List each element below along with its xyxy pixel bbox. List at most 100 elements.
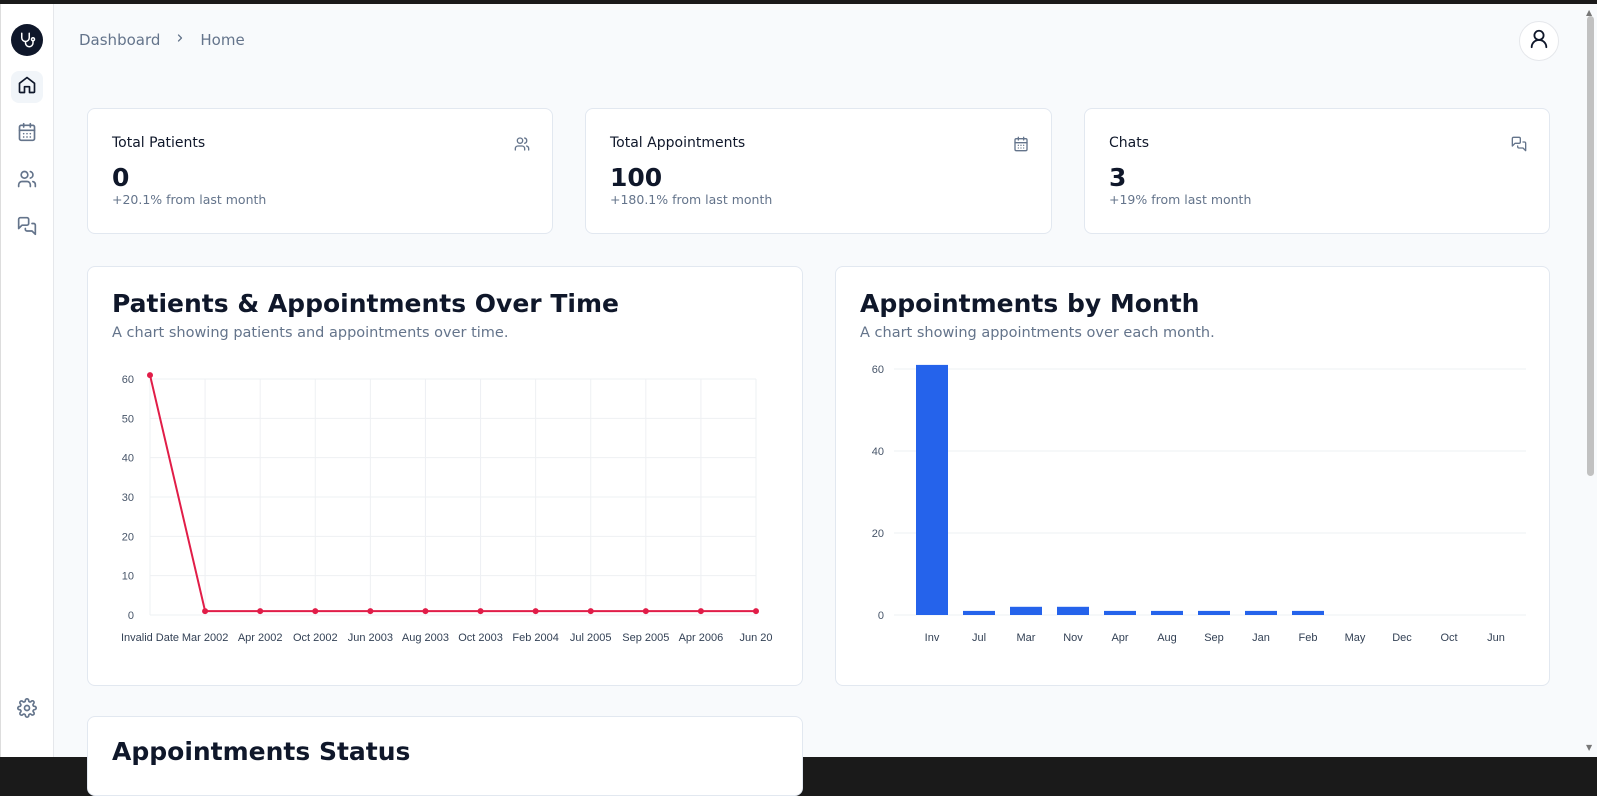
calendar-icon <box>17 122 37 146</box>
data-point <box>477 608 484 615</box>
scrollbar-thumb[interactable] <box>1587 16 1594 476</box>
x-tick-label: Aug <box>1157 632 1177 644</box>
data-point <box>753 608 759 615</box>
user-avatar-button[interactable] <box>1519 21 1559 61</box>
stat-card-chats: Chats 3 +19% from last month <box>1084 108 1550 234</box>
y-tick-label: 0 <box>878 610 884 622</box>
data-point <box>697 608 704 615</box>
stat-change: +180.1% from last month <box>610 192 773 207</box>
sidebar-item-chats[interactable] <box>11 212 43 244</box>
stat-value: 0 <box>112 163 130 192</box>
x-tick-label: Mar <box>1017 632 1036 644</box>
users-icon <box>17 169 37 193</box>
stat-card-appointments: Total Appointments 100 +180.1% from last… <box>585 108 1052 234</box>
x-tick-label: Dec <box>1392 632 1412 644</box>
data-point <box>257 608 264 615</box>
data-point <box>312 608 319 615</box>
bar-chart-card: Appointments by Month A chart showing ap… <box>835 266 1550 686</box>
y-tick-label: 20 <box>872 528 884 540</box>
stat-title: Chats <box>1109 135 1150 151</box>
home-icon <box>17 75 37 99</box>
x-tick-label: Jan <box>1252 632 1270 644</box>
bar <box>1198 610 1230 615</box>
stat-value: 3 <box>1109 163 1127 192</box>
x-tick-label: Apr <box>1111 632 1128 644</box>
bar <box>916 364 948 615</box>
y-tick-label: 0 <box>128 610 134 622</box>
x-tick-label: Apr 2006 <box>679 632 724 644</box>
stat-change: +20.1% from last month <box>112 192 267 207</box>
bar <box>1292 610 1324 615</box>
bar <box>1057 606 1089 615</box>
sidebar-item-home[interactable] <box>11 71 43 103</box>
bar-chart: 0 20 40 60 Inv Jul Mar Nov Apr Aug Sep Jan Feb May Dec… <box>872 364 1526 644</box>
breadcrumb-current: Home <box>200 31 245 49</box>
data-point <box>147 372 153 379</box>
x-tick-label: Oct 2003 <box>458 632 503 644</box>
sidebar-item-settings[interactable] <box>11 694 43 726</box>
x-tick-label: Sep 2005 <box>622 632 669 644</box>
y-tick-label: 30 <box>122 492 134 504</box>
x-tick-label: Oct 2002 <box>293 632 338 644</box>
line-chart-card: Patients & Appointments Over Time A char… <box>87 266 803 686</box>
app-window: Dashboard Home Total Patients 0 +20.1% f… <box>0 4 1597 796</box>
x-tick-label: Invalid Date <box>121 632 179 644</box>
chevron-right-icon <box>170 32 190 48</box>
stat-card-patients: Total Patients 0 +20.1% from last month <box>87 108 553 234</box>
bar <box>1245 610 1277 615</box>
x-tick-label: May <box>1345 632 1366 644</box>
bar <box>1010 606 1042 615</box>
user-icon <box>1528 28 1550 54</box>
x-tick-label: Apr 2002 <box>238 632 283 644</box>
x-tick-label: Feb <box>1299 632 1318 644</box>
data-point <box>642 608 649 615</box>
line-chart: 0 10 20 30 40 50 60 Invalid Date Mar 2002 Apr 200… <box>121 372 773 644</box>
chat-icon <box>17 216 37 240</box>
x-tick-label: Jun 2003 <box>348 632 393 644</box>
x-tick-label: Jun <box>1487 632 1505 644</box>
stat-change: +19% from last month <box>1109 192 1252 207</box>
y-tick-label: 50 <box>122 413 134 425</box>
bar <box>963 610 995 615</box>
x-tick-label: Sep <box>1204 632 1224 644</box>
chart-subtitle: A chart showing patients and appointment… <box>112 325 509 341</box>
y-tick-label: 40 <box>872 446 884 458</box>
x-tick-label: Feb 2004 <box>512 632 558 644</box>
chat-icon <box>1511 136 1527 156</box>
y-tick-label: 60 <box>122 374 134 386</box>
scroll-down-arrow[interactable]: ▼ <box>1586 743 1592 752</box>
x-tick-label: Inv <box>925 632 940 644</box>
x-tick-label: Mar 2002 <box>182 632 228 644</box>
status-chart-card: Appointments Status <box>87 716 803 796</box>
logo-stethoscope-icon[interactable] <box>11 24 43 56</box>
users-icon <box>514 136 530 156</box>
data-point <box>202 608 209 615</box>
breadcrumb: Dashboard Home <box>79 31 245 49</box>
stat-title: Total Appointments <box>610 135 746 151</box>
bar <box>1104 610 1136 615</box>
calendar-icon <box>1013 136 1029 156</box>
data-point <box>587 608 594 615</box>
y-tick-label: 20 <box>122 531 134 543</box>
x-tick-label: Nov <box>1063 632 1083 644</box>
y-tick-label: 10 <box>122 571 134 583</box>
sidebar-item-patients[interactable] <box>11 165 43 197</box>
data-point <box>367 608 374 615</box>
chart-title: Patients & Appointments Over Time <box>112 289 619 318</box>
data-point <box>532 608 539 615</box>
chart-title: Appointments Status <box>112 737 411 766</box>
stat-value: 100 <box>610 163 663 192</box>
x-tick-label: Jul <box>972 632 986 644</box>
breadcrumb-dashboard-link[interactable]: Dashboard <box>79 31 160 49</box>
gear-icon <box>17 698 37 722</box>
y-tick-label: 40 <box>122 453 134 465</box>
bar <box>1151 610 1183 615</box>
sidebar <box>1 4 54 757</box>
data-point <box>422 608 429 615</box>
x-tick-label: Aug 2003 <box>402 632 449 644</box>
sidebar-item-appointments[interactable] <box>11 118 43 150</box>
chart-title: Appointments by Month <box>860 289 1200 318</box>
chart-subtitle: A chart showing appointments over each m… <box>860 325 1215 341</box>
stat-title: Total Patients <box>112 135 206 151</box>
y-tick-label: 60 <box>872 364 884 376</box>
